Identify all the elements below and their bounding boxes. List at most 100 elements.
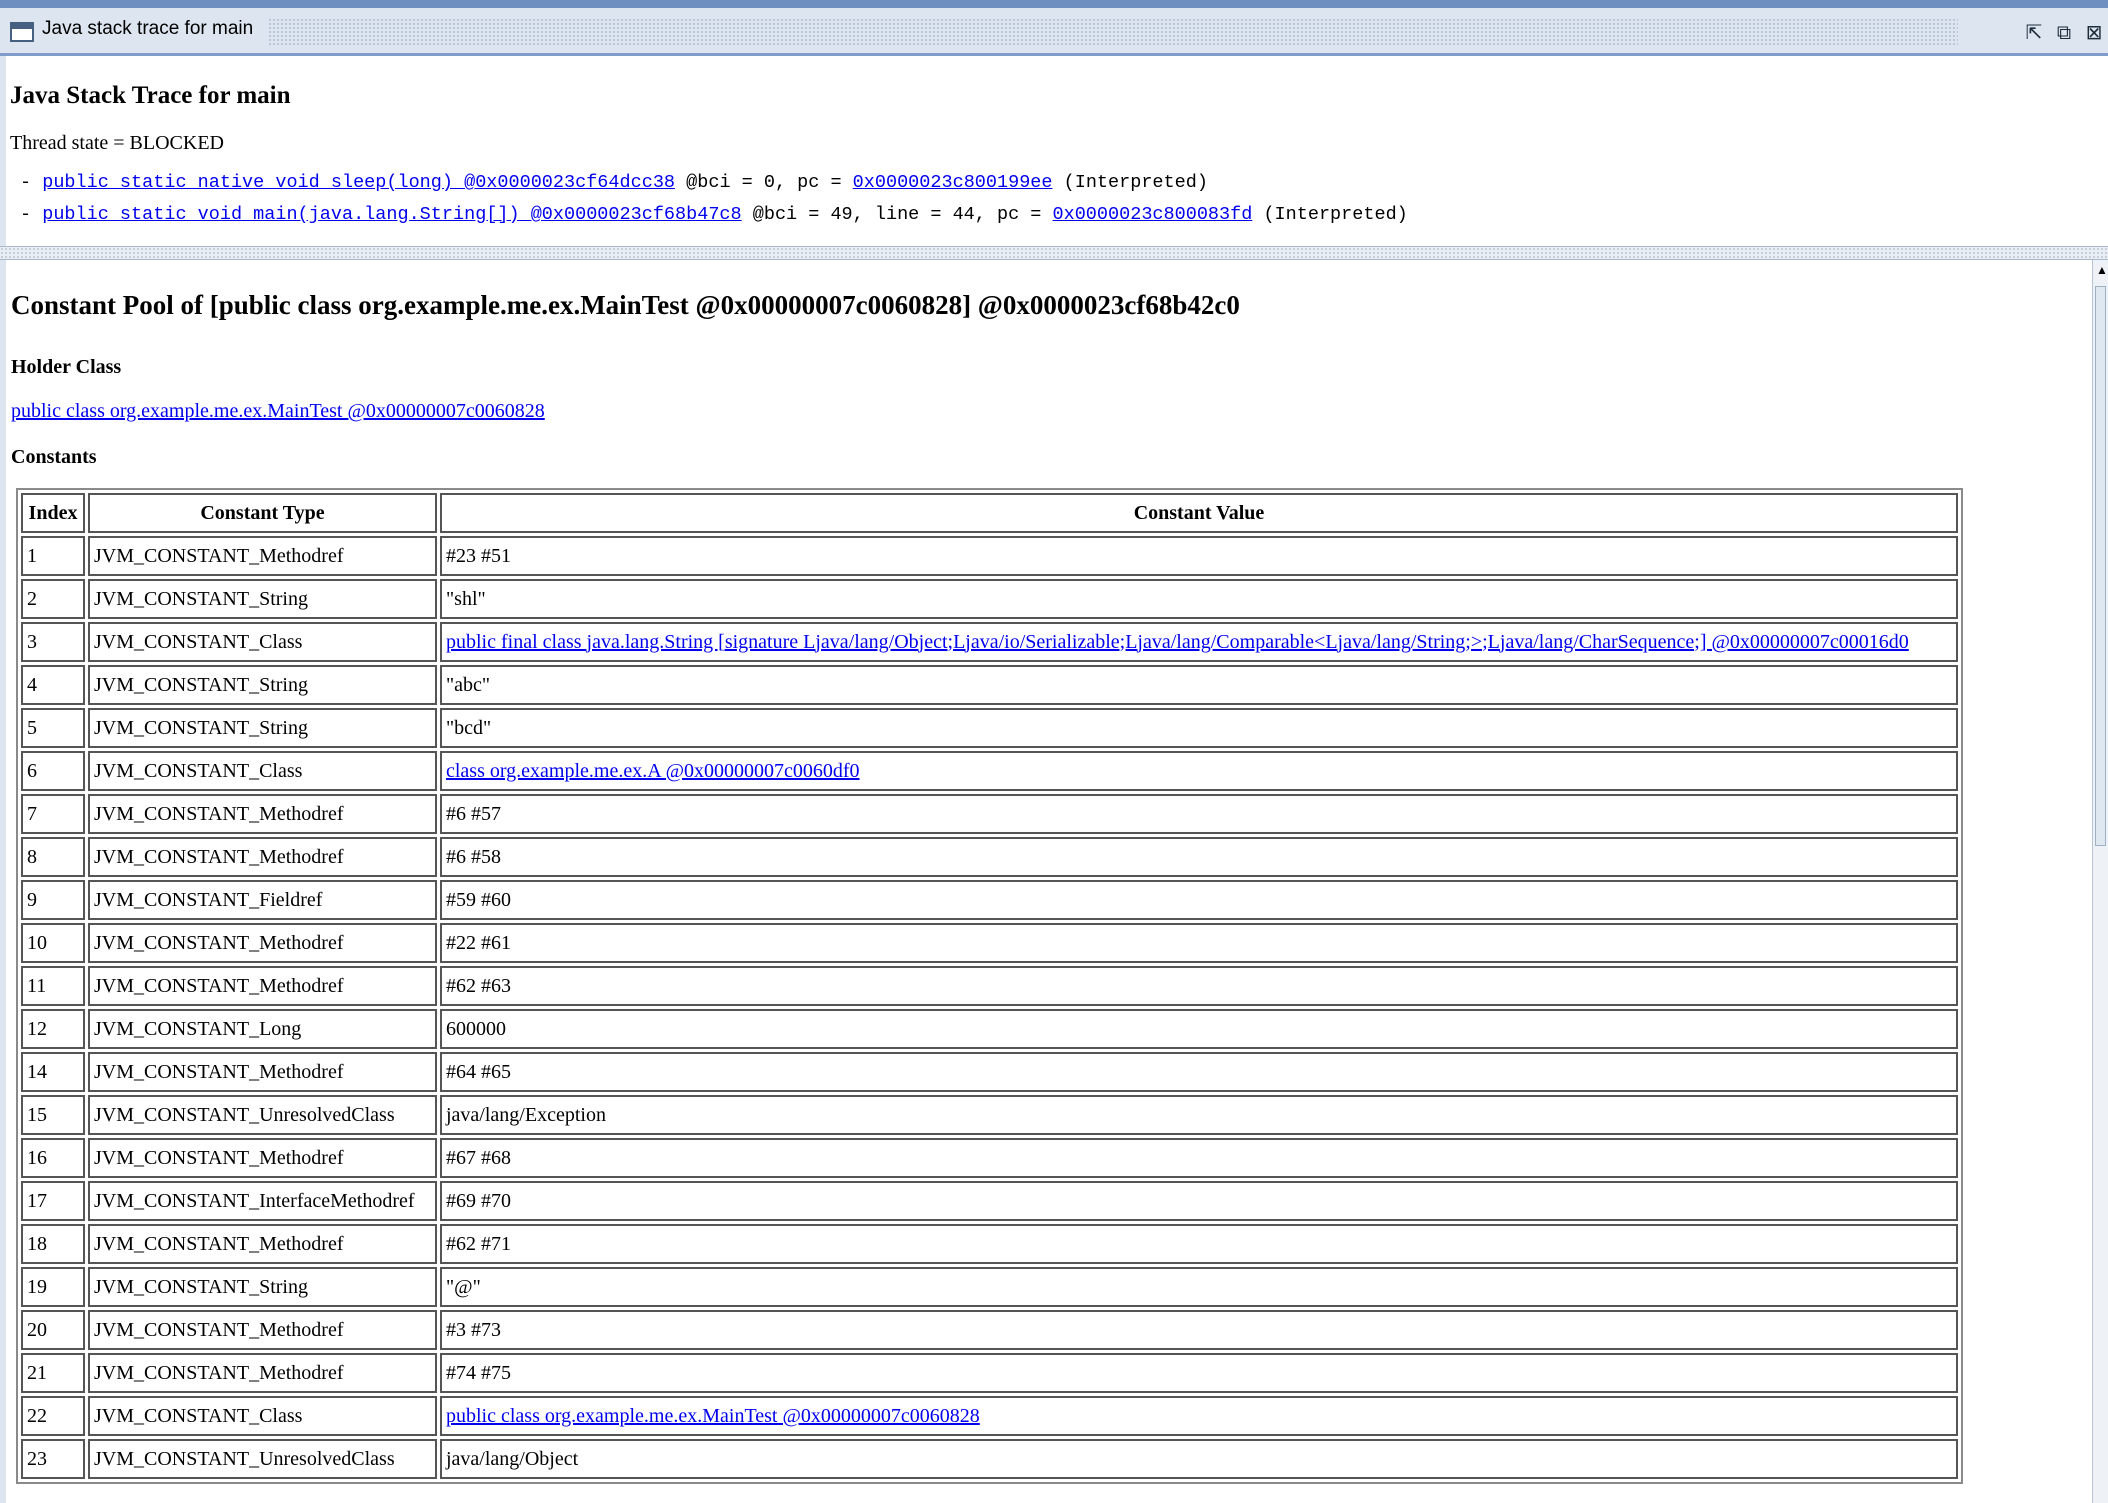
cell-constant-value: #6 #58 <box>440 837 1958 877</box>
column-header-index: Index <box>21 493 85 533</box>
cell-constant-type: JVM_CONSTANT_String <box>88 579 437 619</box>
split-pane-divider[interactable] <box>0 246 2108 260</box>
cell-constant-type: JVM_CONSTANT_Class <box>88 622 437 662</box>
table-row: 2 JVM_CONSTANT_String "shl" <box>21 579 1958 619</box>
constants-table: Index Constant Type Constant Value 1 JVM_… <box>16 488 1963 1484</box>
table-row: 4 JVM_CONSTANT_String "abc" <box>21 665 1958 705</box>
cell-index: 6 <box>21 751 85 791</box>
table-row: 15 JVM_CONSTANT_UnresolvedClass java/lang/… <box>21 1095 1958 1135</box>
cell-index: 16 <box>21 1138 85 1178</box>
cell-index: 23 <box>21 1439 85 1479</box>
table-row: 18 JVM_CONSTANT_Methodref #62 #71 <box>21 1224 1958 1264</box>
cell-index: 19 <box>21 1267 85 1307</box>
cell-index: 10 <box>21 923 85 963</box>
frame-method-link[interactable]: public static native void sleep(long) @0… <box>42 172 675 193</box>
frame-suffix: (Interpreted) <box>1252 204 1408 225</box>
cell-constant-value: 600000 <box>440 1009 1958 1049</box>
cell-constant-type: JVM_CONSTANT_Methodref <box>88 1224 437 1264</box>
table-row: 19 JVM_CONSTANT_String "@" <box>21 1267 1958 1307</box>
cell-constant-type: JVM_CONSTANT_UnresolvedClass <box>88 1095 437 1135</box>
close-icon[interactable]: ⊠ <box>2082 20 2106 44</box>
cell-constant-value: "@" <box>440 1267 1958 1307</box>
cell-constant-type: JVM_CONSTANT_Methodref <box>88 1052 437 1092</box>
stack-trace-pane: Java Stack Trace for main Thread state =… <box>0 56 2108 246</box>
cell-constant-type: JVM_CONSTANT_Long <box>88 1009 437 1049</box>
scrollbar-thumb[interactable] <box>2095 286 2106 846</box>
title-bar[interactable]: Java stack trace for main ⇱ ⧉ ⊠ <box>0 0 2108 56</box>
cell-constant-type: JVM_CONSTANT_Class <box>88 751 437 791</box>
window-icon <box>10 22 34 42</box>
cell-index: 8 <box>21 837 85 877</box>
table-row: 7 JVM_CONSTANT_Methodref #6 #57 <box>21 794 1958 834</box>
vertical-scrollbar[interactable]: ▲ <box>2092 260 2108 1503</box>
cell-constant-value: "bcd" <box>440 708 1958 748</box>
holder-class-label: Holder Class <box>11 356 122 378</box>
cell-constant-type: JVM_CONSTANT_Fieldref <box>88 880 437 920</box>
cell-constant-value: #22 #61 <box>440 923 1958 963</box>
cell-index: 21 <box>21 1353 85 1393</box>
cell-constant-value: public final class java.lang.String [sig… <box>440 622 1958 662</box>
cell-constant-value: #59 #60 <box>440 880 1958 920</box>
cell-index: 5 <box>21 708 85 748</box>
cell-constant-type: JVM_CONSTANT_UnresolvedClass <box>88 1439 437 1479</box>
thread-state: Thread state = BLOCKED <box>10 132 225 154</box>
constant-value-link[interactable]: class org.example.me.ex.A @0x00000007c00… <box>446 760 860 782</box>
cell-constant-type: JVM_CONSTANT_Methodref <box>88 923 437 963</box>
frame-pc-link[interactable]: 0x0000023c800199ee <box>853 172 1053 193</box>
table-row: 8 JVM_CONSTANT_Methodref #6 #58 <box>21 837 1958 877</box>
cell-constant-type: JVM_CONSTANT_Methodref <box>88 966 437 1006</box>
cell-constant-type: JVM_CONSTANT_Methodref <box>88 1353 437 1393</box>
frame-prefix: - <box>20 204 43 225</box>
table-row: 5 JVM_CONSTANT_String "bcd" <box>21 708 1958 748</box>
cell-constant-value: #69 #70 <box>440 1181 1958 1221</box>
table-header-row: Index Constant Type Constant Value <box>21 493 1958 533</box>
frame-method-link[interactable]: public static void main(java.lang.String… <box>42 204 741 225</box>
scroll-up-arrow-icon[interactable]: ▲ <box>2096 264 2108 276</box>
table-row: 16 JVM_CONSTANT_Methodref #67 #68 <box>21 1138 1958 1178</box>
cell-constant-value: class org.example.me.ex.A @0x00000007c00… <box>440 751 1958 791</box>
title-bar-grip[interactable] <box>268 18 1958 46</box>
cell-constant-type: JVM_CONSTANT_Methodref <box>88 1138 437 1178</box>
cell-index: 22 <box>21 1396 85 1436</box>
stack-frame: - public static native void sleep(long) … <box>20 172 1208 193</box>
frame-detail: @bci = 49, line = 44, pc = <box>741 204 1053 225</box>
cell-constant-type: JVM_CONSTANT_Methodref <box>88 1310 437 1350</box>
stack-frame: - public static void main(java.lang.Stri… <box>20 204 1408 225</box>
holder-class-link[interactable]: public class org.example.me.ex.MainTest … <box>11 400 545 423</box>
column-header-constant-value: Constant Value <box>440 493 1958 533</box>
constant-value-link[interactable]: public final class java.lang.String [sig… <box>446 631 1909 653</box>
cell-constant-value: "abc" <box>440 665 1958 705</box>
frame-prefix: - <box>20 172 43 193</box>
cell-index: 3 <box>21 622 85 662</box>
table-row: 20 JVM_CONSTANT_Methodref #3 #73 <box>21 1310 1958 1350</box>
cell-index: 14 <box>21 1052 85 1092</box>
cell-index: 7 <box>21 794 85 834</box>
table-row: 17 JVM_CONSTANT_InterfaceMethodref #69 #70 <box>21 1181 1958 1221</box>
constant-pool-heading: Constant Pool of [public class org.examp… <box>11 290 1240 320</box>
table-row: 1 JVM_CONSTANT_Methodref #23 #51 <box>21 536 1958 576</box>
table-row: 10 JVM_CONSTANT_Methodref #22 #61 <box>21 923 1958 963</box>
cell-index: 4 <box>21 665 85 705</box>
cell-index: 2 <box>21 579 85 619</box>
cell-constant-value: java/lang/Object <box>440 1439 1958 1479</box>
cell-constant-type: JVM_CONSTANT_Class <box>88 1396 437 1436</box>
table-row: 21 JVM_CONSTANT_Methodref #74 #75 <box>21 1353 1958 1393</box>
minimize-icon[interactable]: ⇱ <box>2022 20 2046 44</box>
table-row: 23 JVM_CONSTANT_UnresolvedClass java/lang/… <box>21 1439 1958 1479</box>
table-row: 6 JVM_CONSTANT_Class class org.example.me.… <box>21 751 1958 791</box>
cell-constant-type: JVM_CONSTANT_String <box>88 708 437 748</box>
constant-value-link[interactable]: public class org.example.me.ex.MainTest … <box>446 1405 980 1427</box>
restore-icon[interactable]: ⧉ <box>2052 20 2076 44</box>
cell-constant-type: JVM_CONSTANT_InterfaceMethodref <box>88 1181 437 1221</box>
cell-index: 20 <box>21 1310 85 1350</box>
cell-constant-value: "shl" <box>440 579 1958 619</box>
cell-constant-value: #23 #51 <box>440 536 1958 576</box>
table-row: 12 JVM_CONSTANT_Long 600000 <box>21 1009 1958 1049</box>
table-row: 9 JVM_CONSTANT_Fieldref #59 #60 <box>21 880 1958 920</box>
frame-suffix: (Interpreted) <box>1052 172 1208 193</box>
cell-constant-type: JVM_CONSTANT_Methodref <box>88 536 437 576</box>
frame-pc-link[interactable]: 0x0000023c800083fd <box>1053 204 1253 225</box>
cell-constant-value: #62 #71 <box>440 1224 1958 1264</box>
column-header-constant-type: Constant Type <box>88 493 437 533</box>
cell-index: 17 <box>21 1181 85 1221</box>
